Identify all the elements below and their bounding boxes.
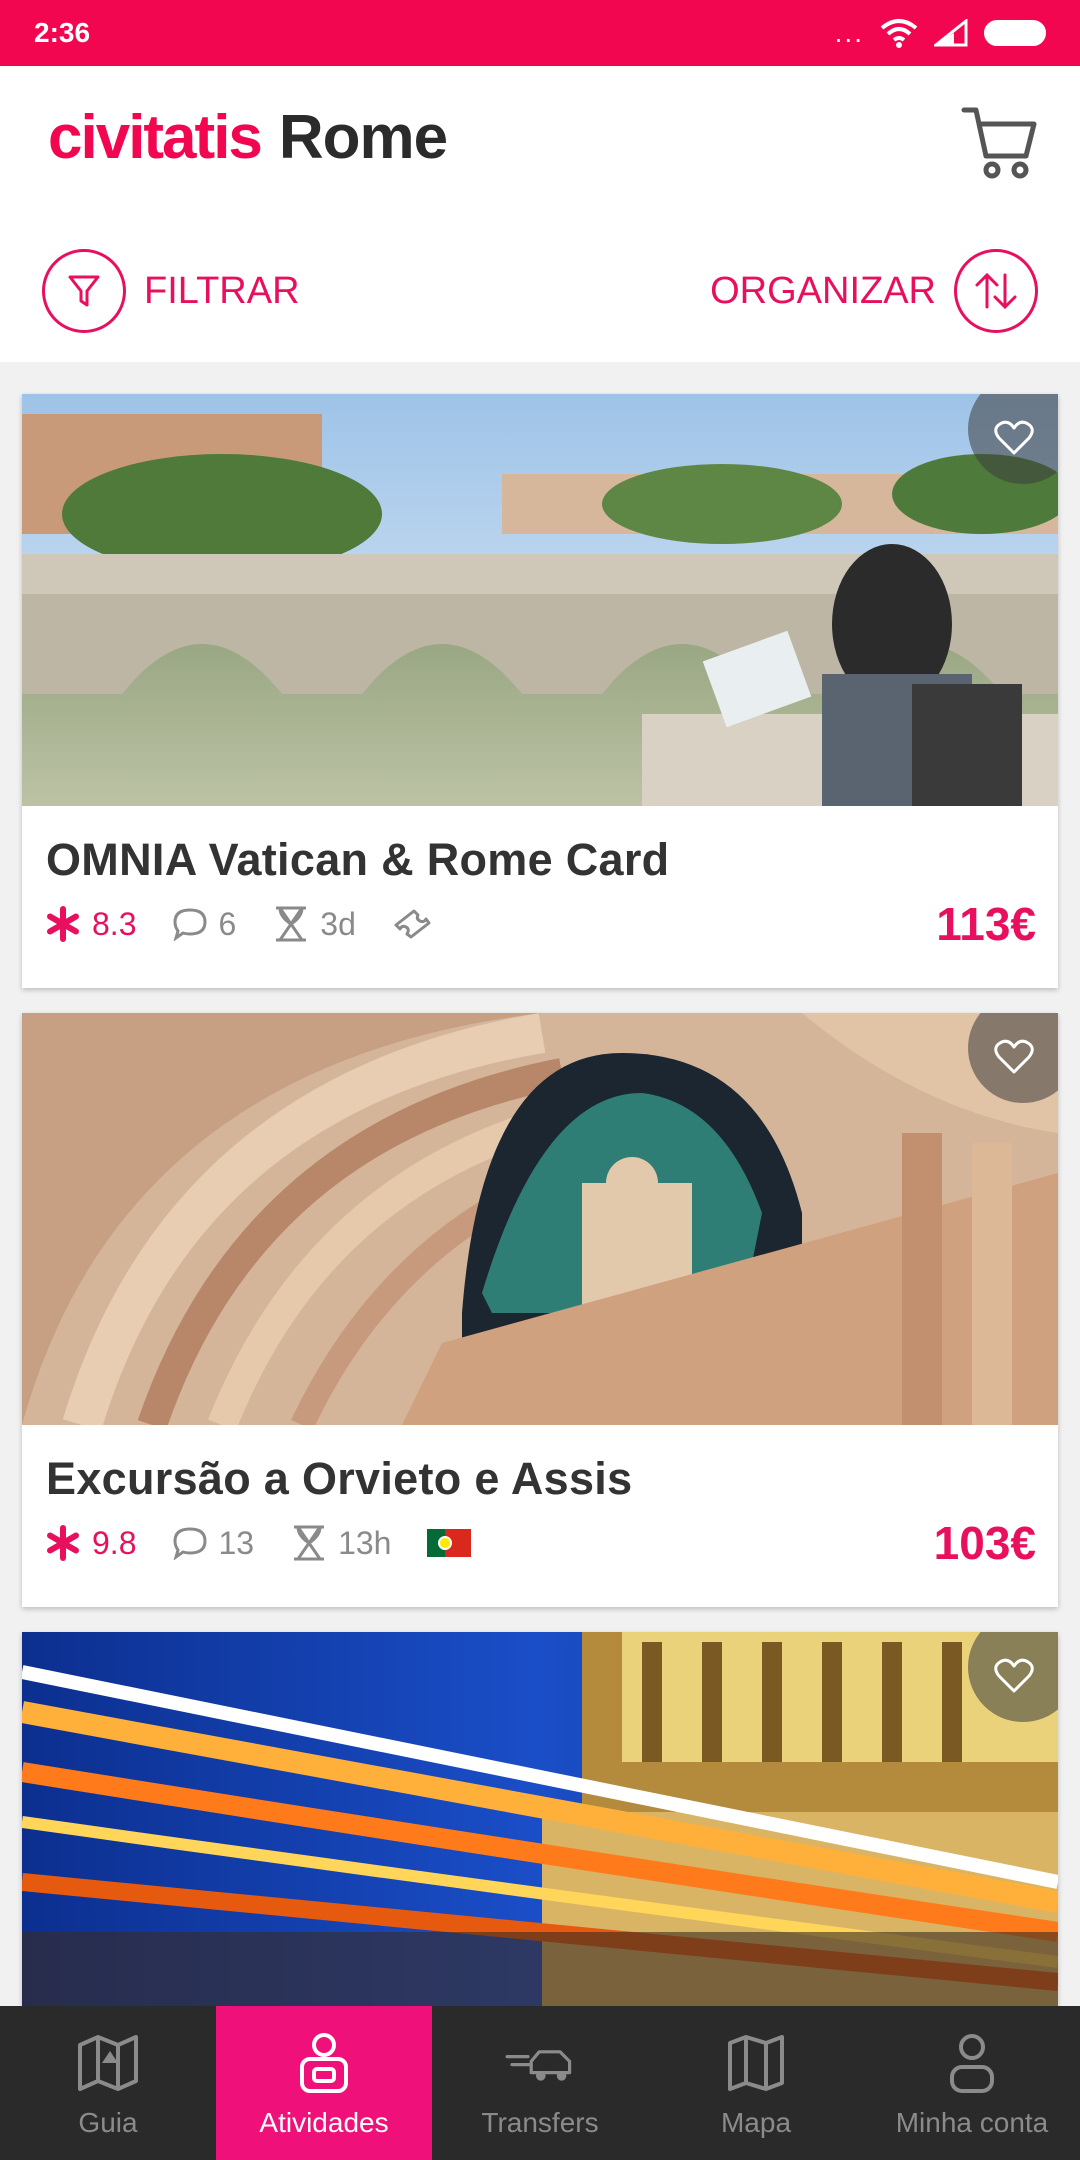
wifi-icon (880, 19, 918, 48)
filter-label: FILTRAR (144, 269, 300, 312)
city-title: Rome (278, 103, 448, 172)
status-bar: 2:36 ... (0, 0, 1080, 66)
civitatis-logo: civitatis (48, 103, 263, 172)
brand-title: civitatis Rome (48, 102, 448, 173)
signal-icon (934, 19, 968, 47)
hourglass-icon (294, 1525, 325, 1561)
activity-meta: 8.3 6 3d (44, 894, 432, 954)
rating-value: 8.3 (92, 905, 137, 942)
nav-label: Transfers (481, 2107, 599, 2138)
app-header: civitatis Rome FILTRAR ORGANIZAR (0, 66, 1080, 362)
duration: 13h (290, 1524, 391, 1562)
comments: 6 (172, 906, 236, 943)
sort-arrows-icon (954, 249, 1038, 333)
activity-card[interactable] (22, 1632, 1058, 2006)
rating: 9.8 (44, 1524, 136, 1562)
filter-button[interactable]: FILTRAR (42, 249, 300, 333)
nav-transfers[interactable]: Transfers (432, 2006, 648, 2160)
nav-atividades[interactable]: Atividades (216, 2006, 432, 2160)
nav-guia[interactable]: Guia (0, 2006, 216, 2160)
duration-value: 3d (320, 905, 356, 942)
battery-icon (984, 20, 1046, 46)
rating-star-icon (47, 906, 79, 942)
comments-count: 13 (218, 1524, 255, 1561)
nav-mapa[interactable]: Mapa (648, 2006, 864, 2160)
heart-icon (994, 1658, 1034, 1693)
map-guide-icon (72, 2027, 144, 2099)
activity-title[interactable]: Excursão a Orvieto e Assis (46, 1453, 632, 1505)
heart-icon (994, 1039, 1034, 1074)
bottom-navigation: Guia Atividades Transfers Mapa Minha con… (0, 2006, 1080, 2160)
rating-star-icon (47, 1525, 79, 1561)
activity-title[interactable]: OMNIA Vatican & Rome Card (46, 834, 669, 886)
nav-label: Minha conta (895, 2107, 1049, 2138)
activity-image-bridge[interactable] (22, 394, 1058, 806)
filter-icon (42, 249, 126, 333)
filter-bar: FILTRAR ORGANIZAR (0, 246, 1080, 336)
nav-label: Atividades (259, 2107, 389, 2138)
status-icons: ... (835, 18, 1046, 48)
nav-minha-conta[interactable]: Minha conta (864, 2006, 1080, 2160)
comment-icon (173, 908, 207, 941)
sort-label: ORGANIZAR (710, 269, 936, 312)
cart-icon[interactable] (960, 100, 1042, 182)
hourglass-icon (276, 906, 307, 942)
sort-button[interactable]: ORGANIZAR (710, 249, 1038, 333)
activity-image-cathedral[interactable] (22, 1013, 1058, 1425)
more-dots-icon: ... (834, 17, 864, 48)
activity-meta: 9.8 13 13h (44, 1513, 472, 1573)
rating-value: 9.8 (92, 1524, 137, 1561)
activity-card[interactable]: Excursão a Orvieto e Assis 9.8 13 13h 10… (22, 1013, 1058, 1607)
language-badge (427, 1529, 472, 1557)
status-time: 2:36 (34, 17, 91, 48)
duration-value: 13h (338, 1524, 392, 1561)
activity-card[interactable]: OMNIA Vatican & Rome Card 8.3 6 3d 113€ (22, 394, 1058, 988)
activity-price: 103€ (933, 1517, 1036, 1569)
map-icon (720, 2027, 792, 2099)
car-icon (504, 2027, 576, 2099)
ticket-icon (394, 909, 431, 939)
activity-price: 113€ (936, 898, 1036, 950)
nav-label: Mapa (720, 2107, 792, 2138)
activities-icon (288, 2027, 360, 2099)
comments: 13 (172, 1525, 254, 1562)
comments-count: 6 (218, 905, 237, 942)
user-icon (936, 2027, 1008, 2099)
rating: 8.3 (44, 905, 136, 943)
portugal-flag-icon (427, 1529, 472, 1557)
activity-image-vittoriano[interactable] (22, 1632, 1058, 2006)
heart-icon (994, 420, 1034, 455)
ticket-badge (392, 907, 432, 941)
duration: 3d (272, 905, 356, 943)
comment-icon (173, 1527, 207, 1560)
nav-label: Guia (78, 2107, 138, 2138)
